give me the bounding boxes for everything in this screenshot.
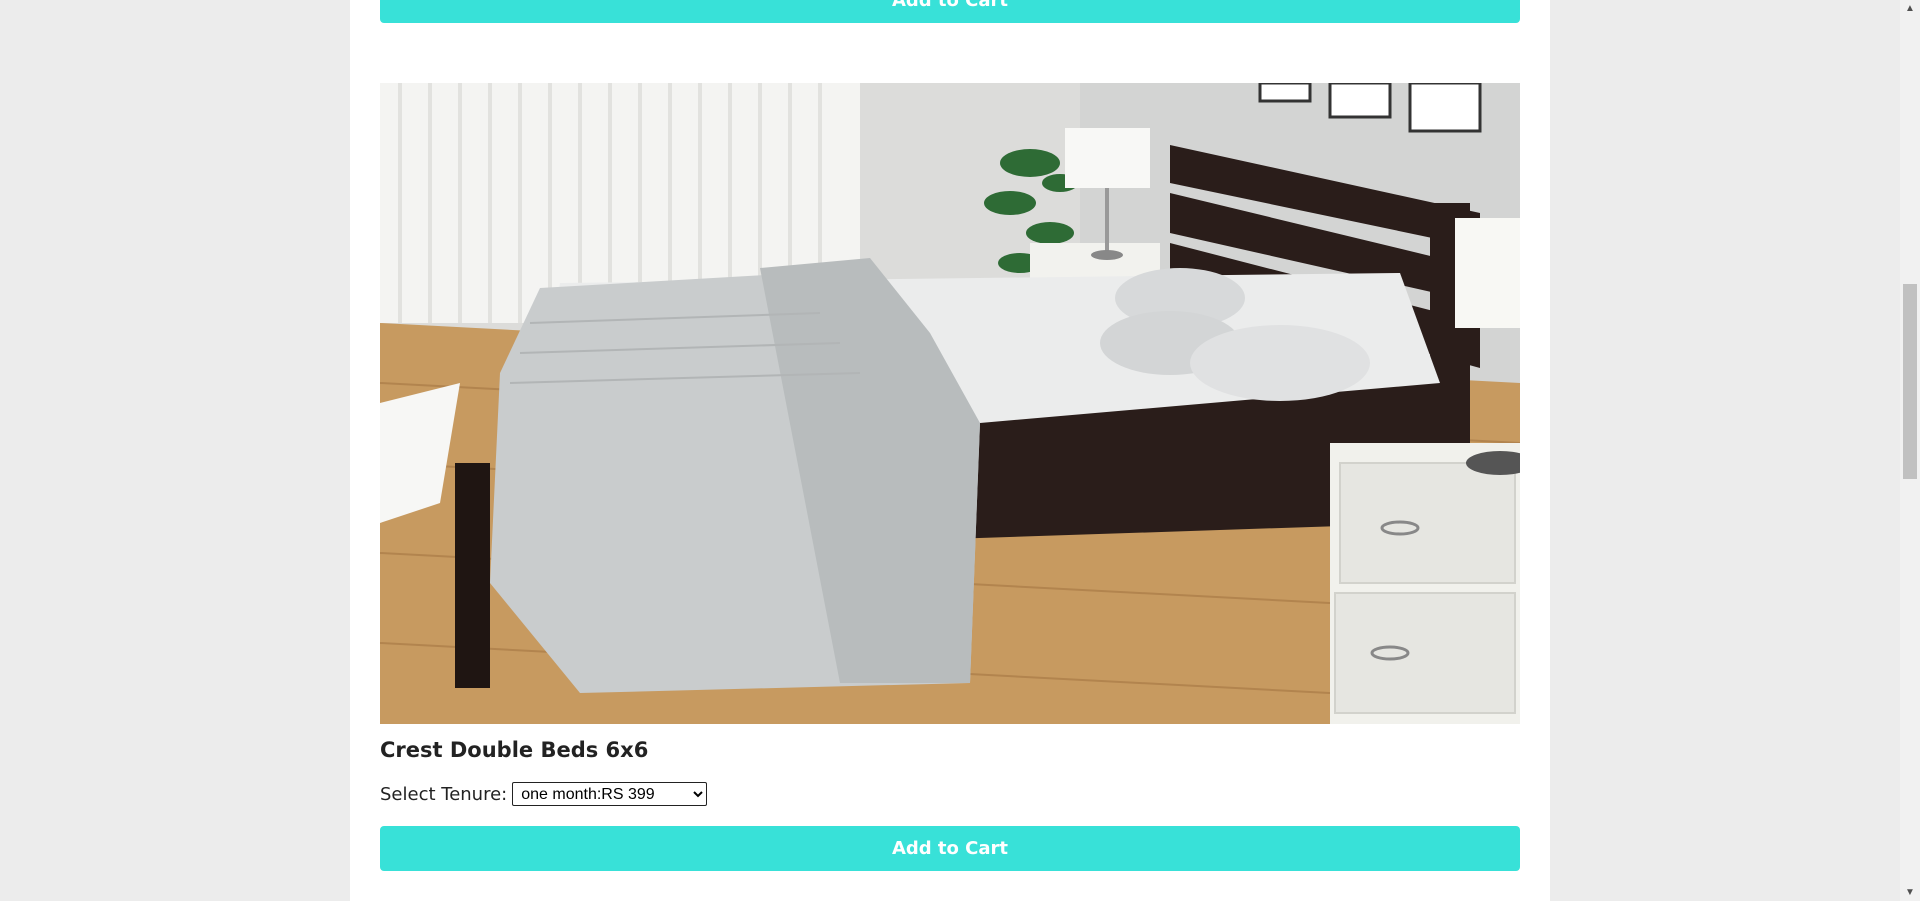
add-to-cart-button[interactable]: Add to Cart [380,826,1520,871]
product-title: Crest Double Beds 6x6 [380,738,649,762]
tenure-label: Select Tenure: [380,783,508,805]
scrollbar-thumb[interactable] [1903,284,1917,479]
triangle-up-icon[interactable]: ▲ [1900,0,1920,17]
vertical-scrollbar[interactable]: ▲ ▼ [1900,0,1920,901]
triangle-down-icon[interactable]: ▼ [1900,884,1920,901]
product-list-panel: Add to Cart Crest Double Beds 6x6 Select… [350,0,1550,901]
tenure-selector-row: Select Tenure: one month:RS 399 [380,782,708,806]
product-image [380,83,1520,724]
tenure-select[interactable]: one month:RS 399 [512,782,708,806]
add-to-cart-button-previous[interactable]: Add to Cart [380,0,1520,23]
bed-illustration [380,83,1520,724]
